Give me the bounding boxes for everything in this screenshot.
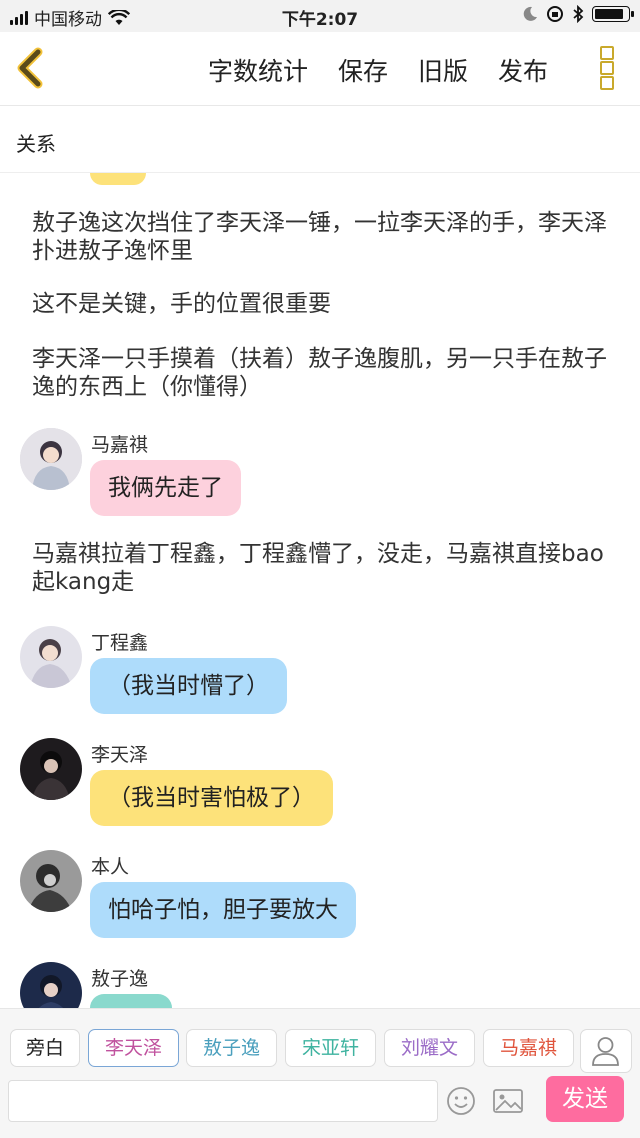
message-bubble[interactable]: （我当时害怕极了） (90, 770, 333, 826)
status-bar: 中国移动 下午2:07 (0, 0, 640, 32)
word-count-button[interactable]: 字数统计 (208, 52, 308, 88)
rotation-lock-icon (547, 6, 563, 22)
role-liu-yaowen-button[interactable]: 刘耀文 (384, 1029, 475, 1067)
sender-name: 李天泽 (91, 744, 149, 766)
message-bubble[interactable]: 怕哈子怕，胆子要放大 (90, 882, 356, 938)
relation-label: 关系 (16, 132, 56, 156)
message-input[interactable] (8, 1080, 438, 1122)
sender-name: 马嘉祺 (91, 434, 149, 456)
role-song-yaxuan-button[interactable]: 宋亚轩 (285, 1029, 376, 1067)
input-bar: 发送 (0, 1076, 640, 1138)
sender-name: 丁程鑫 (91, 632, 149, 654)
narration-text: 敖子逸这次挡住了李天泽一锤，一拉李天泽的手，李天泽扑进敖子逸怀里 (32, 210, 607, 264)
narration-text: 这不是关键，手的位置很重要 (32, 291, 331, 317)
moon-icon (523, 6, 537, 21)
publish-button[interactable]: 发布 (498, 52, 548, 88)
sender-name: 敖子逸 (91, 968, 149, 990)
avatar[interactable] (20, 428, 82, 490)
relation-row[interactable]: 关系 (0, 106, 640, 173)
smiley-icon[interactable] (446, 1086, 476, 1116)
avatar[interactable] (20, 738, 82, 800)
save-button[interactable]: 保存 (338, 52, 388, 88)
image-icon[interactable] (492, 1086, 524, 1116)
old-version-button[interactable]: 旧版 (418, 52, 468, 88)
role-li-tianze-button[interactable]: 李天泽 (88, 1029, 179, 1067)
sender-name: 本人 (91, 856, 130, 878)
bluetooth-icon (573, 5, 584, 23)
send-button[interactable]: 发送 (546, 1076, 624, 1122)
narration-text: 马嘉祺拉着丁程鑫，丁程鑫懵了，没走，马嘉祺直接bao起kang走 (32, 541, 604, 595)
message-bubble-partial (90, 173, 146, 185)
narration-text: 李天泽一只手摸着（扶着）敖子逸腹肌，另一只手在敖子逸的东西上（你懂得） (32, 346, 607, 400)
role-ma-jiaqi-button[interactable]: 马嘉祺 (483, 1029, 574, 1067)
chevron-left-icon[interactable] (10, 46, 50, 90)
message-bubble[interactable]: 我俩先走了 (90, 460, 241, 516)
user-icon[interactable] (580, 1029, 632, 1073)
message-bubble[interactable] (90, 994, 172, 1008)
role-narrator-button[interactable]: 旁白 (10, 1029, 80, 1067)
message-bubble[interactable]: （我当时懵了） (90, 658, 287, 714)
more-vertical-icon[interactable] (600, 46, 614, 90)
role-selector: 旁白 李天泽 敖子逸 宋亚轩 刘耀文 马嘉祺 (0, 1008, 640, 1077)
avatar[interactable] (20, 850, 82, 912)
battery-icon (592, 6, 634, 22)
avatar[interactable] (20, 626, 82, 688)
role-ao-ziyi-button[interactable]: 敖子逸 (186, 1029, 277, 1067)
story-content[interactable]: 敖子逸这次挡住了李天泽一锤，一拉李天泽的手，李天泽扑进敖子逸怀里 这不是关键，手… (0, 173, 640, 1008)
top-nav-bar: 字数统计 保存 旧版 发布 (0, 32, 640, 106)
avatar[interactable] (20, 962, 82, 1008)
